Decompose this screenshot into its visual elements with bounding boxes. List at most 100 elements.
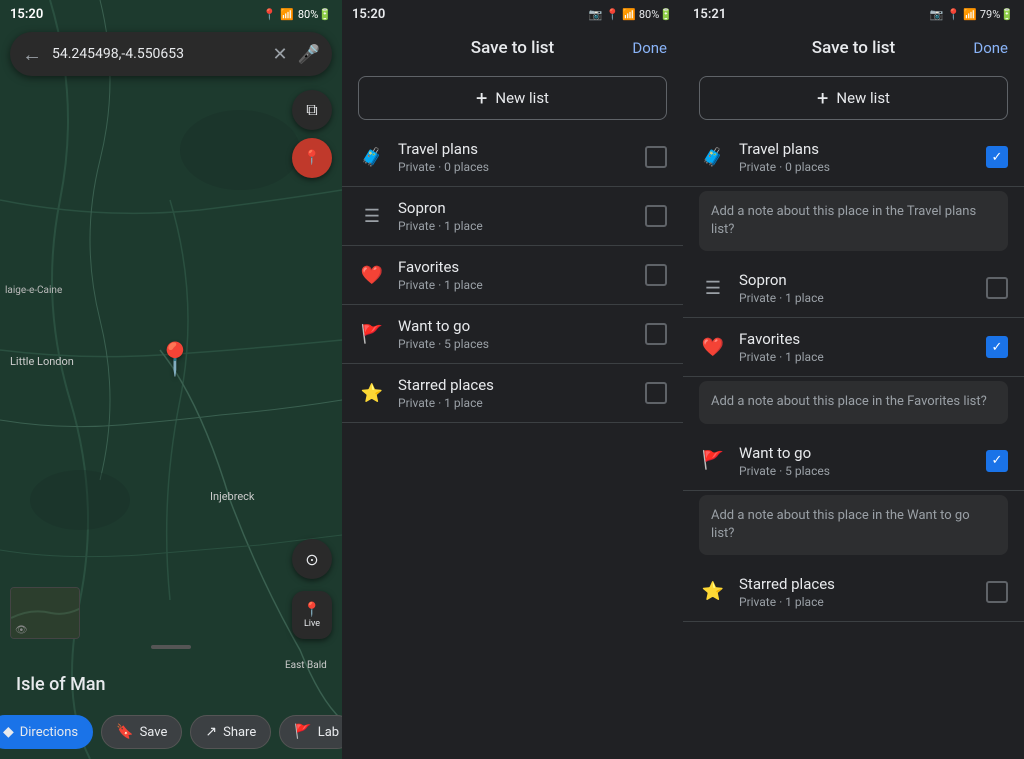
- sopron-name-r: Sopron: [739, 271, 986, 289]
- sopron-checkbox-r[interactable]: [986, 277, 1008, 299]
- starred-places-name-r: Starred places: [739, 575, 986, 593]
- list-item-want-to-go-r[interactable]: 🚩 Want to go Private · 5 places: [683, 432, 1024, 491]
- favorites-name-r: Favorites: [739, 330, 986, 348]
- sopron-meta: Private · 1 place: [398, 219, 645, 233]
- directions-icon: ◆: [3, 724, 14, 740]
- map-thumbnail[interactable]: 👁: [10, 587, 80, 639]
- map-location-pin: 📍: [155, 340, 195, 378]
- want-to-go-note-placeholder: Add a note about this place in the Want …: [711, 507, 996, 543]
- want-to-go-icon-r: 🚩: [699, 447, 727, 475]
- new-list-label-middle: New list: [495, 89, 549, 107]
- want-to-go-checkbox-r[interactable]: [986, 450, 1008, 472]
- sopron-name: Sopron: [398, 199, 645, 217]
- time-left: 15:20: [10, 7, 43, 22]
- list-item-travel-plans-r[interactable]: 🧳 Travel plans Private · 0 places: [683, 128, 1024, 187]
- favorites-name: Favorites: [398, 258, 645, 276]
- done-button-middle[interactable]: Done: [632, 39, 667, 57]
- layers-button[interactable]: ⧉: [292, 90, 332, 130]
- list-item-travel-plans[interactable]: 🧳 Travel plans Private · 0 places: [342, 128, 683, 187]
- new-list-plus-icon: +: [476, 86, 487, 110]
- new-list-button-middle[interactable]: + New list: [358, 76, 667, 120]
- favorites-info-r: Favorites Private · 1 place: [739, 330, 986, 364]
- thumbnail-eye-icon: 👁: [15, 625, 28, 636]
- clear-icon[interactable]: ✕: [272, 44, 287, 65]
- mic-icon[interactable]: 🎤: [298, 44, 320, 65]
- location-pin-button[interactable]: 📍: [292, 138, 332, 178]
- sopron-info: Sopron Private · 1 place: [398, 199, 645, 233]
- map-controls: ⧉ 📍: [292, 90, 332, 178]
- list-item-starred-places-r[interactable]: ⭐ Starred places Private · 1 place: [683, 563, 1024, 622]
- want-to-go-info: Want to go Private · 5 places: [398, 317, 645, 351]
- travel-plans-name: Travel plans: [398, 140, 645, 158]
- list-item-sopron-r[interactable]: ☰ Sopron Private · 1 place: [683, 259, 1024, 318]
- starred-places-info: Starred places Private · 1 place: [398, 376, 645, 410]
- starred-places-icon-r: ⭐: [699, 578, 727, 606]
- search-bar[interactable]: ← 54.245498,-4.550653 ✕ 🎤: [10, 32, 332, 76]
- favorites-note-box[interactable]: Add a note about this place in the Favor…: [699, 381, 1008, 423]
- compass-button[interactable]: ⊙: [292, 539, 332, 579]
- directions-label: Directions: [20, 725, 78, 740]
- new-list-button-right[interactable]: + New list: [699, 76, 1008, 120]
- list-item-want-to-go[interactable]: 🚩 Want to go Private · 5 places: [342, 305, 683, 364]
- status-bar-left: 15:20 📍 📶 80%🔋: [0, 0, 342, 28]
- favorites-checkbox[interactable]: [645, 264, 667, 286]
- starred-places-icon: ⭐: [358, 379, 386, 407]
- list-item-sopron[interactable]: ☰ Sopron Private · 1 place: [342, 187, 683, 246]
- done-button-right[interactable]: Done: [973, 39, 1008, 57]
- favorites-meta-r: Private · 1 place: [739, 350, 986, 364]
- place-name: Isle of Man: [16, 674, 326, 695]
- label-button[interactable]: 🚩 Lab: [279, 715, 342, 749]
- want-to-go-checkbox[interactable]: [645, 323, 667, 345]
- travel-plans-checkbox[interactable]: [645, 146, 667, 168]
- compass-icon: ⊙: [305, 550, 318, 569]
- directions-button[interactable]: ◆ Directions: [0, 715, 93, 749]
- list-item-starred-places[interactable]: ⭐ Starred places Private · 1 place: [342, 364, 683, 423]
- back-icon[interactable]: ←: [22, 42, 42, 67]
- list-items-right: 🧳 Travel plans Private · 0 places Add a …: [683, 128, 1024, 759]
- travel-plans-icon: 🧳: [358, 143, 386, 171]
- travel-plans-checkbox-r[interactable]: [986, 146, 1008, 168]
- favorites-icon-r: ❤️: [699, 333, 727, 361]
- starred-places-name: Starred places: [398, 376, 645, 394]
- status-icons-middle: 📷 📍 📶 80%🔋: [589, 8, 673, 21]
- starred-places-checkbox-r[interactable]: [986, 581, 1008, 603]
- live-icon: 📍: [303, 602, 320, 618]
- list-item-favorites-r[interactable]: ❤️ Favorites Private · 1 place: [683, 318, 1024, 377]
- map-label-little-london: Little London: [10, 355, 74, 368]
- want-to-go-info-r: Want to go Private · 5 places: [739, 444, 986, 478]
- label-label: Lab: [318, 725, 339, 740]
- scroll-indicator: [151, 645, 191, 649]
- status-icons-right: 📷 📍 📶 79%🔋: [930, 8, 1014, 21]
- save-button[interactable]: 🔖 Save: [101, 715, 182, 749]
- sopron-checkbox[interactable]: [645, 205, 667, 227]
- search-text: 54.245498,-4.550653: [52, 46, 272, 62]
- status-bar-right: 15:21 📷 📍 📶 79%🔋: [683, 0, 1024, 28]
- share-button[interactable]: ↗ Share: [190, 715, 271, 749]
- travel-plans-note-box[interactable]: Add a note about this place in the Trave…: [699, 191, 1008, 251]
- save-panel-right: 15:21 📷 📍 📶 79%🔋 Save to list Done + New…: [683, 0, 1024, 759]
- sopron-icon-r: ☰: [699, 274, 727, 302]
- sopron-icon: ☰: [358, 202, 386, 230]
- new-list-label-right: New list: [836, 89, 890, 107]
- favorites-note-placeholder: Add a note about this place in the Favor…: [711, 393, 996, 411]
- status-bar-middle: 15:20 📷 📍 📶 80%🔋: [342, 0, 683, 28]
- travel-plans-note-placeholder: Add a note about this place in the Trave…: [711, 203, 996, 239]
- favorites-checkbox-r[interactable]: [986, 336, 1008, 358]
- live-button[interactable]: 📍 Live: [292, 591, 332, 639]
- travel-plans-meta-r: Private · 0 places: [739, 160, 986, 174]
- travel-plans-name-r: Travel plans: [739, 140, 986, 158]
- map-label-laige: laige-e-Caine: [5, 285, 62, 296]
- want-to-go-icon: 🚩: [358, 320, 386, 348]
- favorites-info: Favorites Private · 1 place: [398, 258, 645, 292]
- bottom-info: Isle of Man: [0, 666, 342, 699]
- list-item-favorites[interactable]: ❤️ Favorites Private · 1 place: [342, 246, 683, 305]
- time-right: 15:21: [693, 7, 726, 22]
- travel-plans-icon-r: 🧳: [699, 143, 727, 171]
- share-label: Share: [223, 725, 256, 740]
- want-to-go-note-box[interactable]: Add a note about this place in the Want …: [699, 495, 1008, 555]
- layers-icon: ⧉: [306, 100, 317, 120]
- travel-plans-meta: Private · 0 places: [398, 160, 645, 174]
- save-label: Save: [140, 725, 168, 740]
- starred-places-meta-r: Private · 1 place: [739, 595, 986, 609]
- starred-places-checkbox[interactable]: [645, 382, 667, 404]
